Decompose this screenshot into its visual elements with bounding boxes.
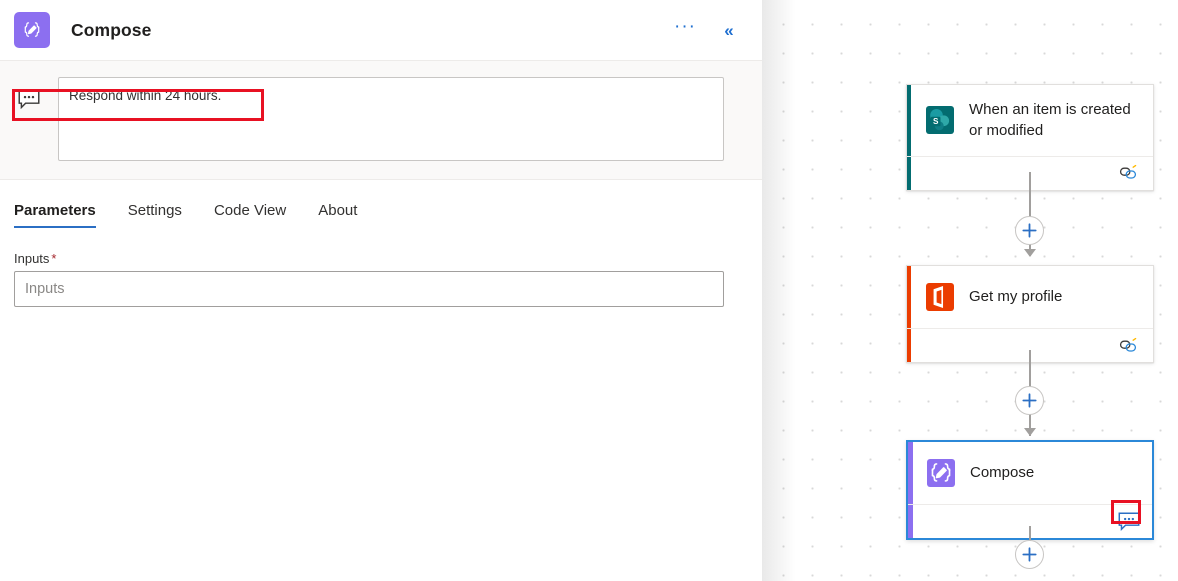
tab-about[interactable]: About — [318, 202, 357, 228]
node-header: Get my profile — [907, 266, 1153, 328]
tab-parameters[interactable]: Parameters — [14, 202, 96, 228]
plus-icon — [1022, 547, 1037, 562]
office365-outlook-icon — [926, 283, 954, 311]
more-options-icon[interactable]: ··· — [674, 17, 696, 41]
plus-icon — [1022, 393, 1037, 408]
insert-step-button-2[interactable] — [1015, 386, 1044, 415]
inputs-label: Inputs * — [14, 251, 724, 266]
tab-code-view[interactable]: Code View — [214, 202, 286, 228]
sharepoint-icon: S — [926, 106, 954, 135]
flow-node-compose[interactable]: Compose — [906, 440, 1154, 540]
comment-input[interactable]: Respond within 24 hours. — [58, 77, 724, 161]
panel-shadow — [762, 0, 796, 581]
sharepoint-glyph: S — [930, 109, 950, 131]
plus-icon — [1022, 223, 1037, 238]
node-title: Compose — [970, 464, 1035, 482]
inputs-label-text: Inputs — [14, 251, 50, 266]
tab-settings[interactable]: Settings — [128, 202, 182, 228]
svg-text:S: S — [933, 117, 939, 126]
page-title: Compose — [71, 19, 152, 40]
connector-2-arrow — [1024, 428, 1036, 436]
compose-icon — [927, 459, 955, 487]
node-title: Get my profile — [969, 288, 1063, 306]
required-asterisk: * — [51, 251, 57, 266]
connection-link-icon[interactable] — [1119, 163, 1141, 183]
compose-icon — [14, 12, 50, 48]
compose-glyph — [931, 463, 951, 482]
flow-canvas[interactable]: S When an item is created or modified Ge… — [762, 0, 1178, 581]
node-header: Compose — [908, 442, 1152, 504]
panel-header: Compose ··· « — [0, 0, 762, 60]
connector-1-arrow — [1024, 249, 1036, 257]
office-glyph — [933, 286, 944, 308]
inputs-field[interactable] — [14, 271, 724, 307]
insert-step-button-3[interactable] — [1015, 540, 1044, 569]
parameters-form: Inputs * — [0, 228, 762, 307]
link-glyph — [1119, 337, 1137, 352]
comment-icon[interactable] — [1118, 512, 1140, 532]
node-title: When an item is created or modified — [969, 101, 1131, 140]
comment-section: Respond within 24 hours. — [0, 60, 762, 180]
flow-node-get-my-profile[interactable]: Get my profile — [906, 265, 1154, 363]
panel-header-actions: ··· « — [674, 17, 748, 41]
collapse-panel-icon[interactable]: « — [718, 19, 740, 41]
detail-tabs: Parameters Settings Code View About — [0, 180, 762, 228]
comment-icon — [17, 89, 42, 110]
comment-icon-container — [0, 77, 58, 110]
link-glyph — [1119, 164, 1137, 179]
action-details-panel: Compose ··· « Respond within 24 hours. P… — [0, 0, 762, 581]
connection-link-icon[interactable] — [1119, 336, 1141, 356]
node-header: S When an item is created or modified — [907, 85, 1153, 156]
insert-step-button-1[interactable] — [1015, 216, 1044, 245]
comment-glyph — [1118, 512, 1140, 531]
power-automate-designer: Compose ··· « Respond within 24 hours. P… — [0, 0, 1178, 581]
